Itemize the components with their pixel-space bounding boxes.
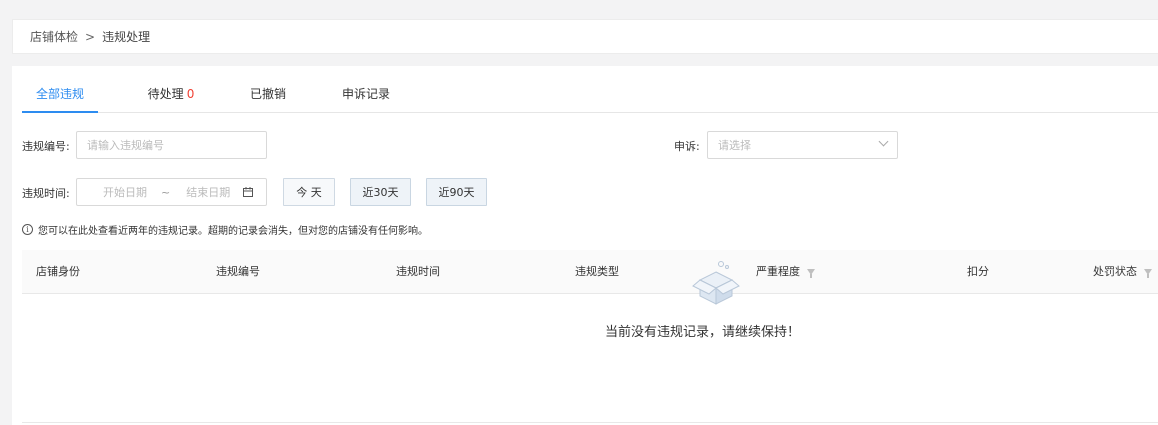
tab-label: 全部违规 bbox=[35, 87, 84, 101]
empty-state-text: 当前没有违规记录，请继续保持！ bbox=[605, 325, 801, 340]
date-range-separator: ~ bbox=[161, 185, 171, 199]
tab-appeal-records[interactable]: 申诉记录 bbox=[336, 78, 396, 113]
table-header: 店铺身份 违规编号 违规时间 违规类型 严重程度 扣分 处罚状态 bbox=[22, 250, 1158, 294]
start-date-placeholder: 开始日期 bbox=[103, 186, 147, 199]
appeal-select[interactable]: 请选择 bbox=[707, 131, 898, 159]
tab-bar: 全部违规 待处理 0 已撤销 申诉记录 bbox=[22, 78, 1158, 113]
tab-label: 已撤销 bbox=[249, 87, 286, 101]
column-header-severity[interactable]: 严重程度 bbox=[756, 250, 815, 294]
chevron-down-icon bbox=[878, 136, 889, 147]
quick-today-button[interactable]: 今 天 bbox=[283, 178, 335, 206]
tab-label: 待处理 bbox=[147, 87, 184, 101]
appeal-label: 申诉: bbox=[674, 140, 700, 153]
pending-count-badge: 0 bbox=[186, 87, 195, 101]
date-range-picker[interactable]: 开始日期 ~ 结束日期 bbox=[76, 178, 267, 206]
quick-30-days-button[interactable]: 近30天 bbox=[350, 178, 411, 206]
notice-text: 您可以在此处查看近两年的违规记录。超期的记录会消失，但对您的店铺没有任何影响。 bbox=[38, 226, 428, 237]
tab-all-violations[interactable]: 全部违规 bbox=[22, 78, 98, 113]
column-header-penalty-status[interactable]: 处罚状态 bbox=[1093, 250, 1152, 294]
column-header: 店铺身份 bbox=[36, 265, 80, 278]
violation-time-label: 违规时间: bbox=[22, 187, 70, 200]
column-header: 违规时间 bbox=[396, 265, 440, 278]
tab-revoked[interactable]: 已撤销 bbox=[243, 78, 293, 113]
breadcrumb-parent[interactable]: 店铺体检 bbox=[30, 28, 78, 45]
empty-box-icon bbox=[692, 261, 740, 305]
column-header: 违规编号 bbox=[216, 265, 260, 278]
violation-no-placeholder: 请输入违规编号 bbox=[87, 139, 164, 152]
breadcrumb-separator: > bbox=[85, 29, 96, 44]
appeal-placeholder: 请选择 bbox=[718, 139, 751, 152]
breadcrumb: 店铺体检 > 违规处理 bbox=[12, 19, 1158, 54]
violation-no-input[interactable]: 请输入违规编号 bbox=[76, 131, 267, 159]
empty-state bbox=[22, 295, 1158, 423]
calendar-icon bbox=[243, 187, 254, 197]
info-icon: i bbox=[22, 224, 33, 235]
tab-label: 申诉记录 bbox=[341, 87, 390, 101]
tab-pending[interactable]: 待处理 0 bbox=[141, 78, 201, 113]
end-date-placeholder: 结束日期 bbox=[186, 186, 231, 199]
filter-icon[interactable] bbox=[807, 269, 815, 278]
column-header: 扣分 bbox=[967, 265, 989, 278]
notice: i 您可以在此处查看近两年的违规记录。超期的记录会消失，但对您的店铺没有任何影响… bbox=[22, 222, 428, 237]
filter-icon[interactable] bbox=[1144, 269, 1152, 278]
main-panel: 全部违规 待处理 0 已撤销 申诉记录 违规编号: 请输入违规编号 申诉: 请选择… bbox=[12, 66, 1158, 425]
breadcrumb-current: 违规处理 bbox=[102, 30, 151, 44]
quick-90-days-button[interactable]: 近90天 bbox=[426, 178, 487, 206]
column-header: 违规类型 bbox=[575, 265, 619, 278]
violation-no-label: 违规编号: bbox=[22, 140, 70, 153]
